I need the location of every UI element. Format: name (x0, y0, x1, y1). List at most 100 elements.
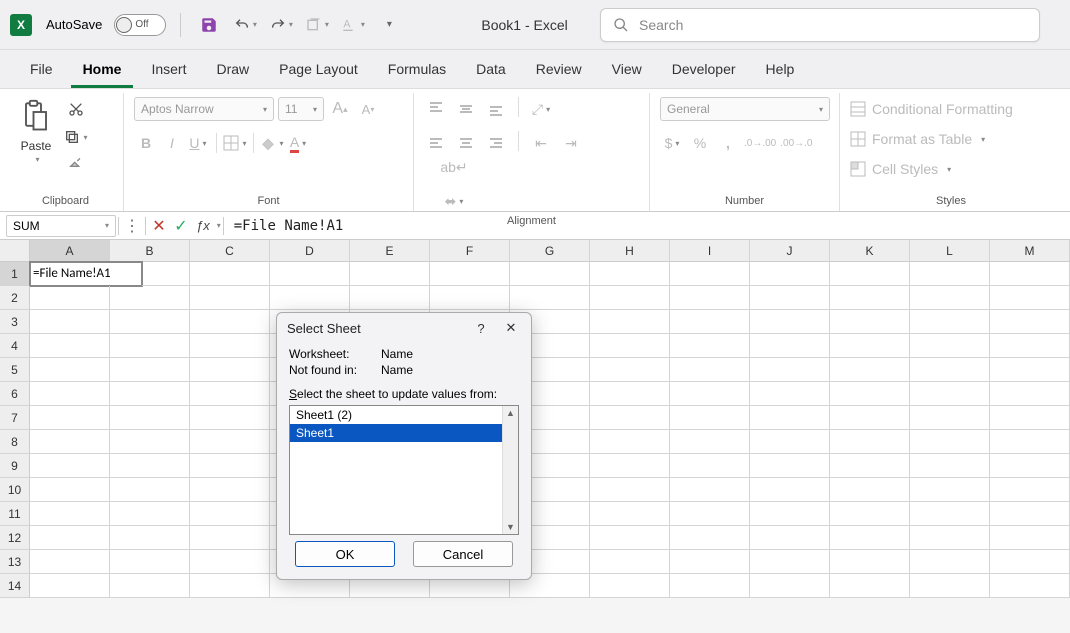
row-header[interactable]: 9 (0, 454, 30, 478)
cell[interactable] (910, 430, 990, 454)
cell[interactable] (590, 430, 670, 454)
cell[interactable] (830, 406, 910, 430)
listbox-scrollbar[interactable]: ▲ ▼ (502, 406, 518, 534)
cell[interactable] (110, 430, 190, 454)
cell[interactable] (30, 406, 110, 430)
col-header-B[interactable]: B (110, 240, 190, 261)
cell[interactable] (910, 262, 990, 286)
cell[interactable] (830, 358, 910, 382)
cell[interactable] (990, 550, 1070, 574)
cell[interactable] (830, 334, 910, 358)
col-header-I[interactable]: I (670, 240, 750, 261)
italic-button[interactable]: I (160, 131, 184, 155)
cell[interactable] (910, 310, 990, 334)
col-header-F[interactable]: F (430, 240, 510, 261)
cell[interactable] (30, 310, 110, 334)
dialog-titlebar[interactable]: Select Sheet ? ✕ (277, 313, 531, 343)
cell[interactable] (670, 550, 750, 574)
cell[interactable] (750, 262, 830, 286)
cell[interactable] (190, 310, 270, 334)
tab-insert[interactable]: Insert (139, 53, 198, 88)
cell[interactable] (430, 262, 510, 286)
cell[interactable] (670, 310, 750, 334)
qat-button-2[interactable]: A▾ (339, 11, 367, 39)
cancel-formula-button[interactable]: ✕ (148, 215, 170, 237)
cell[interactable] (190, 382, 270, 406)
save-button[interactable] (195, 11, 223, 39)
row-header[interactable]: 14 (0, 574, 30, 598)
col-header-E[interactable]: E (350, 240, 430, 261)
cell[interactable] (830, 286, 910, 310)
tab-developer[interactable]: Developer (660, 53, 748, 88)
cell[interactable] (30, 454, 110, 478)
row-header[interactable]: 6 (0, 382, 30, 406)
row-header[interactable]: 1 (0, 262, 30, 286)
percent-button[interactable]: % (688, 131, 712, 155)
cell[interactable] (990, 502, 1070, 526)
row-header[interactable]: 3 (0, 310, 30, 334)
borders-button[interactable]: ▾ (223, 131, 247, 155)
cell[interactable] (830, 478, 910, 502)
row-header[interactable]: 5 (0, 358, 30, 382)
cell[interactable] (750, 454, 830, 478)
cell[interactable] (670, 334, 750, 358)
cell[interactable] (30, 382, 110, 406)
cell[interactable] (270, 286, 350, 310)
cell[interactable] (990, 286, 1070, 310)
cancel-button[interactable]: Cancel (413, 541, 513, 567)
cell[interactable]: =File Name!A1 (30, 262, 142, 286)
cell[interactable] (350, 286, 430, 310)
cell[interactable] (590, 382, 670, 406)
conditional-formatting-button[interactable]: Conditional Formatting (850, 97, 1052, 121)
cell[interactable] (670, 382, 750, 406)
cell[interactable] (30, 334, 110, 358)
cell[interactable] (910, 550, 990, 574)
tab-draw[interactable]: Draw (204, 53, 261, 88)
cell[interactable] (590, 334, 670, 358)
cell[interactable] (110, 478, 190, 502)
cell[interactable] (910, 406, 990, 430)
cell[interactable] (110, 358, 190, 382)
cell[interactable] (30, 550, 110, 574)
autosave-toggle[interactable]: Off (114, 14, 166, 36)
align-left-button[interactable] (424, 131, 448, 155)
cell[interactable] (830, 502, 910, 526)
qat-button-1[interactable]: ▾ (303, 11, 331, 39)
cell[interactable] (990, 358, 1070, 382)
col-header-J[interactable]: J (750, 240, 830, 261)
cell[interactable] (110, 310, 190, 334)
number-format-select[interactable]: General▾ (660, 97, 830, 121)
cell[interactable] (670, 574, 750, 598)
cell[interactable] (190, 550, 270, 574)
cell[interactable] (990, 430, 1070, 454)
font-color-button[interactable]: A▾ (286, 131, 310, 155)
align-bottom-button[interactable] (484, 97, 508, 121)
cell[interactable] (830, 574, 910, 598)
cell[interactable] (110, 406, 190, 430)
cell[interactable] (590, 454, 670, 478)
col-header-A[interactable]: A (30, 240, 110, 261)
format-painter-button[interactable] (64, 153, 88, 177)
cell[interactable] (670, 454, 750, 478)
select-all-corner[interactable] (0, 240, 30, 261)
cell[interactable] (670, 286, 750, 310)
cell[interactable] (30, 286, 110, 310)
cell[interactable] (190, 454, 270, 478)
list-item[interactable]: Sheet1 (2) (290, 406, 502, 424)
currency-button[interactable]: $▾ (660, 131, 684, 155)
underline-button[interactable]: U▾ (186, 131, 210, 155)
dialog-help-button[interactable]: ? (471, 318, 491, 338)
cell[interactable] (590, 358, 670, 382)
cell[interactable] (142, 262, 190, 286)
cell[interactable] (990, 454, 1070, 478)
tab-file[interactable]: File (18, 53, 65, 88)
cell[interactable] (110, 574, 190, 598)
tab-home[interactable]: Home (71, 53, 134, 88)
cell[interactable] (350, 262, 430, 286)
cell[interactable] (190, 262, 270, 286)
row-header[interactable]: 11 (0, 502, 30, 526)
cell[interactable] (110, 286, 190, 310)
cell[interactable] (190, 358, 270, 382)
cell[interactable] (110, 502, 190, 526)
formula-input[interactable] (226, 215, 1070, 237)
